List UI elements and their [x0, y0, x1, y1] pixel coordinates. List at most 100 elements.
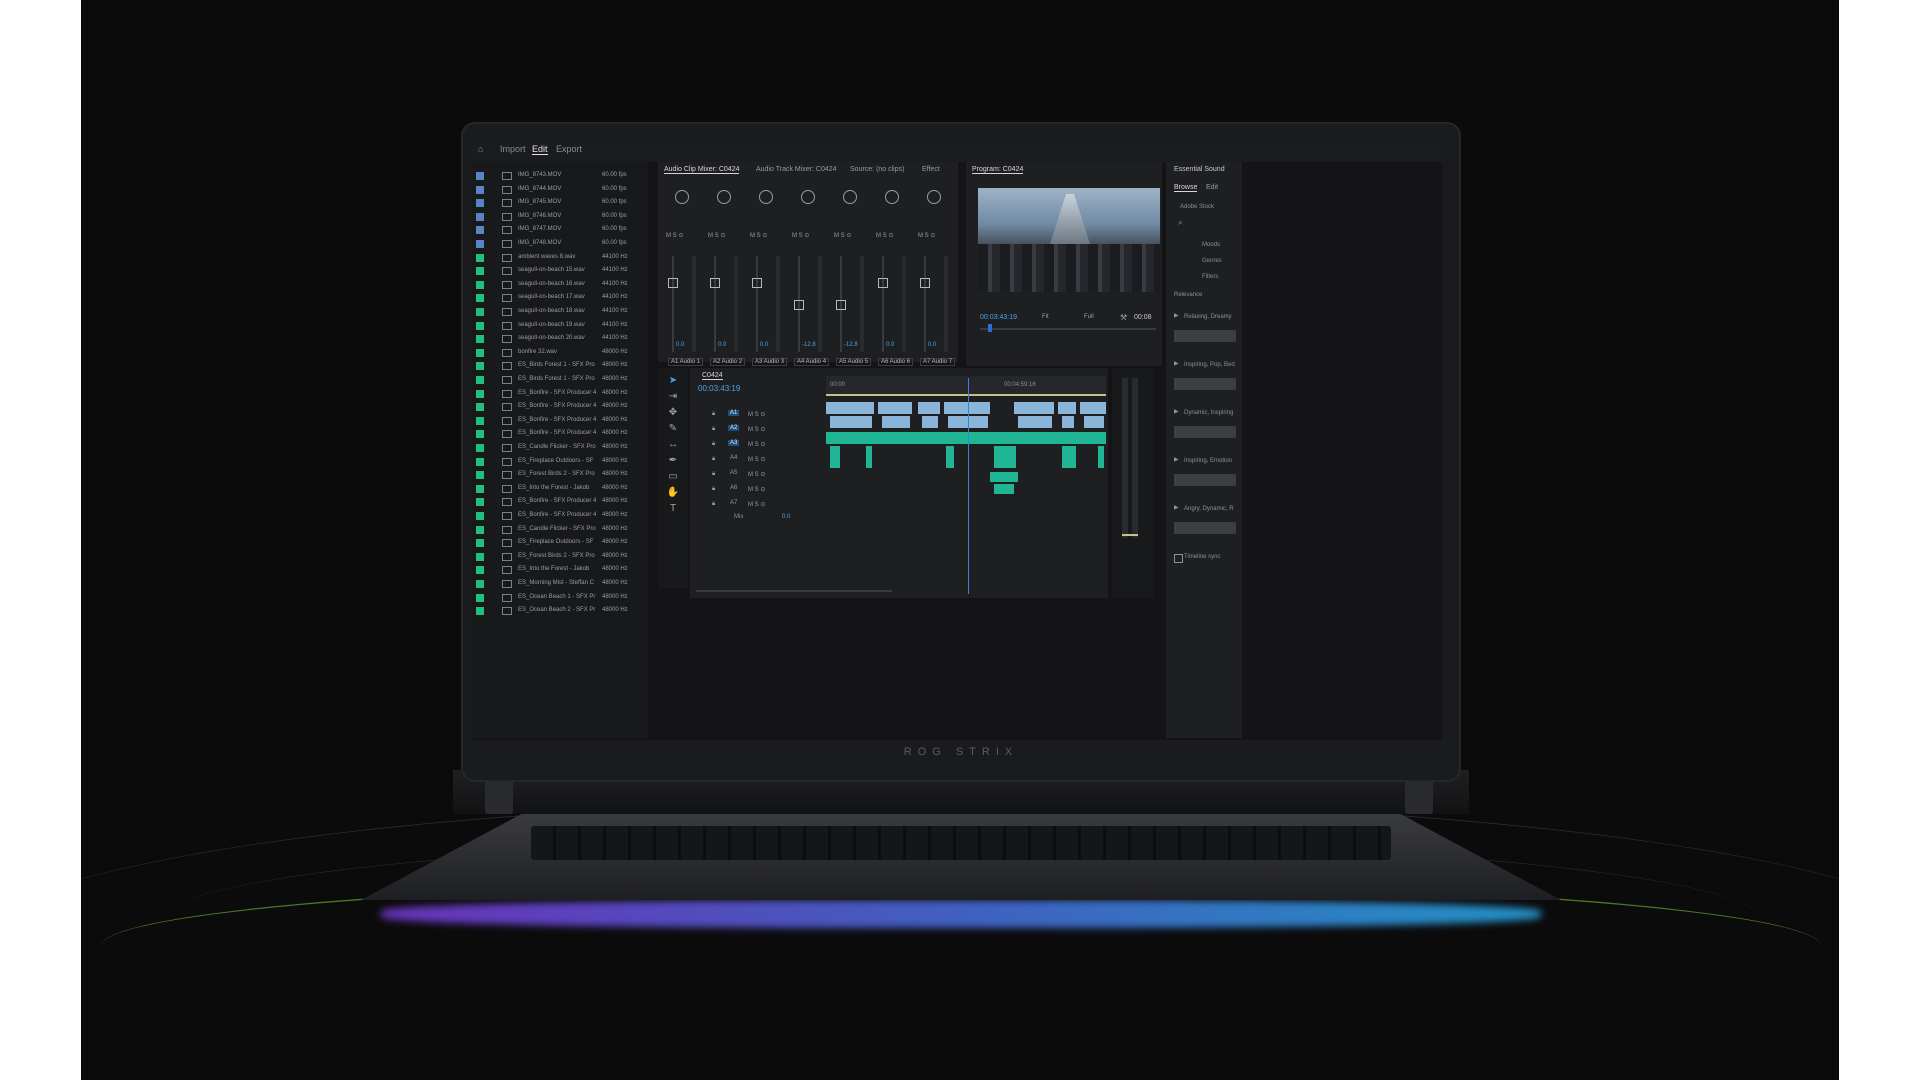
video-clip[interactable] [1080, 402, 1106, 414]
tab-import[interactable]: Import [500, 144, 526, 154]
track-select-tool-icon[interactable]: ⇥ [666, 390, 680, 404]
mute-solo-buttons[interactable]: M S ⊙ [708, 232, 725, 239]
project-item[interactable]: ES_Bonfire - SFX Producer 4 48000 Hz [472, 496, 642, 509]
mute-solo-buttons[interactable]: M S ⊙ [750, 232, 767, 239]
project-item[interactable]: IMG_8746.MOV 60.00 fps [472, 211, 642, 224]
audio-clip[interactable] [994, 484, 1014, 494]
program-quality-select[interactable]: Full [1084, 314, 1094, 320]
project-item[interactable]: ES_Ocean Beach 2 - SFX Pr 48000 Hz [472, 605, 642, 618]
volume-fader[interactable] [756, 256, 758, 352]
sound-result[interactable]: ▶ Angry, Dynamic, R [1166, 504, 1242, 550]
mute-solo-buttons[interactable]: M S ⊙ [748, 441, 765, 448]
search-icon[interactable]: ⌕ [1178, 218, 1182, 228]
project-item[interactable]: ES_Bonfire - SFX Producer 4 48000 Hz [472, 415, 642, 428]
program-fit-select[interactable]: Fit [1042, 314, 1049, 320]
project-item[interactable]: ES_Into the Forest - Jakob 48000 Hz [472, 564, 642, 577]
track-header[interactable]: 🔒︎ A6 M S ⊙ [690, 483, 820, 498]
pan-knob[interactable] [843, 190, 857, 204]
pen-tool-icon[interactable]: ✒ [666, 454, 680, 468]
project-item[interactable]: ES_Bonfire - SFX Producer 4 48000 Hz [472, 401, 642, 414]
lock-icon[interactable]: 🔒︎ [712, 501, 715, 508]
volume-fader[interactable] [924, 256, 926, 352]
mute-solo-buttons[interactable]: M S ⊙ [792, 232, 809, 239]
sort-select[interactable]: Relevance [1174, 292, 1202, 298]
audio-clip[interactable] [1062, 446, 1076, 468]
video-clip[interactable] [878, 402, 912, 414]
home-icon[interactable]: ⌂ [478, 144, 490, 156]
project-item[interactable]: ambient waves 8.wav 44100 Hz [472, 252, 642, 265]
audio-clip[interactable] [866, 446, 872, 468]
video-clip[interactable] [1014, 402, 1054, 414]
pan-knob[interactable] [717, 190, 731, 204]
tab-edit[interactable]: Edit [532, 144, 548, 155]
adobe-stock-label[interactable]: Adobe Stock [1180, 204, 1214, 210]
program-scrubber[interactable] [980, 328, 1156, 330]
project-item[interactable]: ES_Forest Birds 2 - SFX Pro 48000 Hz [472, 551, 642, 564]
fader-handle[interactable] [752, 278, 762, 288]
sound-result[interactable]: ▶ Dynamic, Inspiring [1166, 408, 1242, 454]
project-item[interactable]: ES_Morning Mist - Steffan C 48000 Hz [472, 578, 642, 591]
filter-filters[interactable]: Filters [1202, 274, 1218, 280]
rectangle-tool-icon[interactable]: ▭ [666, 470, 680, 484]
mute-solo-buttons[interactable]: M S ⊙ [748, 471, 765, 478]
project-item[interactable]: IMG_8748.MOV 60.00 fps [472, 238, 642, 251]
play-icon[interactable]: ▶ [1174, 360, 1179, 367]
wrench-icon[interactable]: ⚒ [1120, 313, 1127, 322]
project-item[interactable]: IMG_8747.MOV 60.00 fps [472, 224, 642, 237]
audio-clip[interactable] [826, 432, 1106, 444]
video-clip[interactable] [826, 402, 874, 414]
mute-solo-buttons[interactable]: M S ⊙ [666, 232, 683, 239]
audio-clip[interactable] [946, 446, 954, 468]
mute-solo-buttons[interactable]: M S ⊙ [748, 426, 765, 433]
video-clip[interactable] [918, 402, 940, 414]
project-item[interactable]: ES_Bonfire - SFX Producer 4 48000 Hz [472, 510, 642, 523]
mute-solo-buttons[interactable]: M S ⊙ [748, 411, 765, 418]
mute-solo-buttons[interactable]: M S ⊙ [918, 232, 935, 239]
track-header[interactable]: 🔒︎ A2 M S ⊙ [690, 423, 820, 438]
track-header[interactable]: 🔒︎ A7 M S ⊙ [690, 498, 820, 513]
mute-solo-buttons[interactable]: M S ⊙ [748, 501, 765, 508]
project-item[interactable]: ES_Bonfire - SFX Producer 4 48000 Hz [472, 428, 642, 441]
mute-solo-buttons[interactable]: M S ⊙ [748, 486, 765, 493]
mute-solo-buttons[interactable]: M S ⊙ [834, 232, 851, 239]
video-clip[interactable] [1062, 416, 1074, 428]
video-clip[interactable] [922, 416, 938, 428]
audio-clip[interactable] [1098, 446, 1104, 468]
tab-edit-sound[interactable]: Edit [1206, 184, 1218, 191]
play-icon[interactable]: ▶ [1174, 456, 1179, 463]
tab-browse[interactable]: Browse [1174, 184, 1198, 192]
pan-knob[interactable] [675, 190, 689, 204]
lock-icon[interactable]: 🔒︎ [712, 471, 715, 478]
timeline-playhead[interactable] [968, 378, 969, 594]
timeline-sync-checkbox[interactable] [1174, 554, 1183, 563]
timeline-scrollbar[interactable] [696, 590, 892, 592]
sound-result[interactable]: ▶ Inspiring, Pop, Bed [1166, 360, 1242, 406]
audio-clip[interactable] [994, 446, 1016, 468]
filter-genres[interactable]: Genres [1202, 258, 1222, 264]
project-item[interactable]: IMG_8744.MOV 60.00 fps [472, 184, 642, 197]
video-clip[interactable] [882, 416, 910, 428]
video-clip[interactable] [1058, 402, 1076, 414]
razor-tool-icon[interactable]: ✎ [666, 422, 680, 436]
track-header[interactable]: 🔒︎ A1 M S ⊙ [690, 408, 820, 423]
project-item[interactable]: ES_Ocean Beach 1 - SFX Pr 48000 Hz [472, 592, 642, 605]
fader-handle[interactable] [710, 278, 720, 288]
fader-handle[interactable] [794, 300, 804, 310]
pan-knob[interactable] [927, 190, 941, 204]
lock-icon[interactable]: 🔒︎ [712, 486, 715, 493]
video-clip[interactable] [944, 402, 990, 414]
volume-fader[interactable] [672, 256, 674, 352]
project-item[interactable]: ES_Forest Birds 2 - SFX Pro 48000 Hz [472, 469, 642, 482]
lock-icon[interactable]: 🔒︎ [712, 456, 715, 463]
video-clip[interactable] [1018, 416, 1052, 428]
slip-tool-icon[interactable]: ↔ [666, 438, 680, 452]
lock-icon[interactable]: 🔒︎ [712, 426, 715, 433]
type-tool-icon[interactable]: T [666, 502, 680, 516]
hand-tool-icon[interactable]: ✋ [666, 486, 680, 500]
play-icon[interactable]: ▶ [1174, 312, 1179, 319]
volume-fader[interactable] [882, 256, 884, 352]
timeline-ruler[interactable]: 00:00 00:04:59:16 [826, 376, 1106, 394]
sound-result[interactable]: ▶ Inspiring, Emotion [1166, 456, 1242, 502]
mute-solo-buttons[interactable]: M S ⊙ [748, 456, 765, 463]
sound-result[interactable]: ▶ Relaxing, Dreamy [1166, 312, 1242, 358]
